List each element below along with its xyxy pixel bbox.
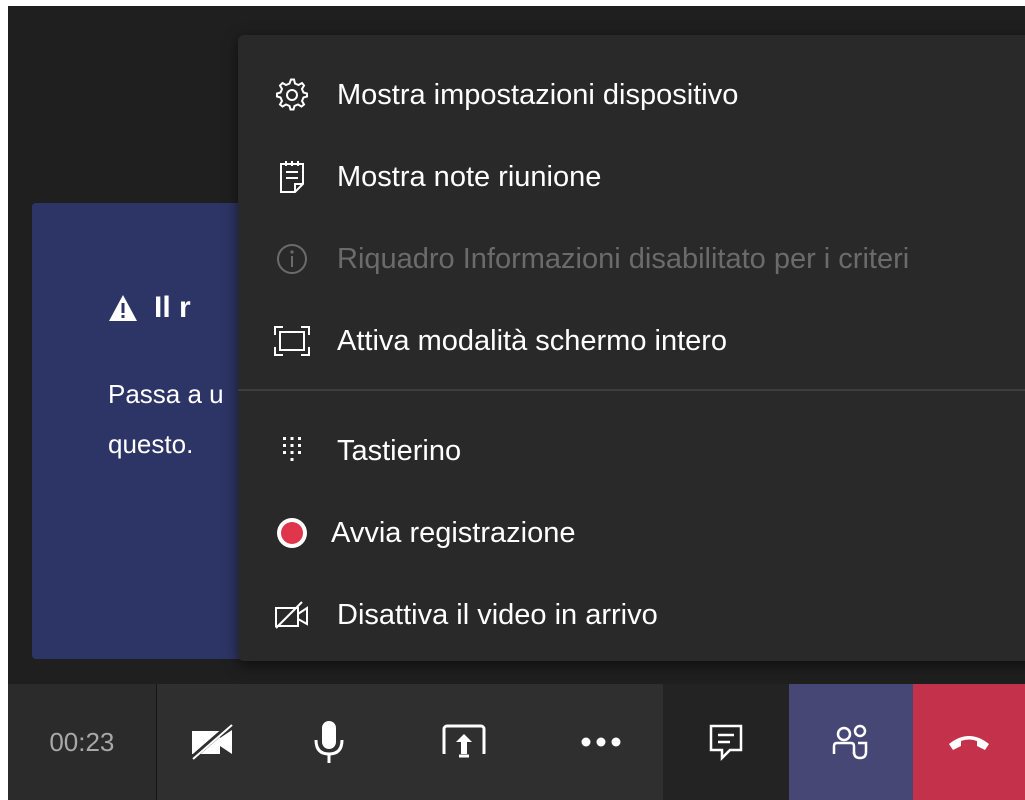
menu-item-label: Riquadro Informazioni disabilitato per i… [337, 242, 910, 275]
participants-button[interactable] [789, 684, 914, 800]
more-actions-button[interactable] [539, 684, 663, 800]
share-screen-icon [441, 724, 486, 762]
camera-toggle-button[interactable] [157, 684, 269, 800]
info-icon [273, 240, 311, 278]
record-icon [273, 514, 311, 552]
hang-up-button[interactable] [913, 684, 1025, 800]
menu-item-label: Mostra impostazioni dispositivo [337, 78, 739, 111]
camera-off-icon [189, 724, 233, 760]
call-timer: 00:23 [8, 684, 156, 800]
menu-item-label: Mostra note riunione [337, 160, 602, 193]
menu-item-label: Attiva modalità schermo intero [337, 324, 728, 357]
menu-item-device-settings[interactable]: Mostra impostazioni dispositivo [238, 59, 1025, 131]
menu-item-meeting-notes[interactable]: Mostra note riunione [238, 141, 1025, 213]
warning-icon [109, 295, 137, 321]
notification-card: Il r Passa a u questo. [32, 203, 272, 659]
menu-item-disable-incoming-video[interactable]: Disattiva il video in arrivo [238, 579, 1025, 651]
participants-icon [833, 724, 868, 760]
share-screen-button[interactable] [389, 684, 539, 800]
menu-item-label: Tastierino [337, 434, 462, 467]
more-icon [581, 737, 621, 747]
chat-button[interactable] [662, 684, 790, 800]
menu-item-info-pane-disabled: Riquadro Informazioni disabilitato per i… [238, 223, 1025, 295]
meeting-stage: Il r Passa a u questo. Mostra impostazio… [8, 6, 1025, 800]
gear-icon [273, 76, 311, 114]
menu-divider [238, 389, 1025, 391]
microphone-button[interactable] [269, 684, 389, 800]
menu-item-label: Avvia registrazione [331, 516, 576, 549]
menu-item-dialpad[interactable]: Tastierino [238, 415, 1025, 487]
hang-up-icon [949, 736, 990, 750]
microphone-icon [314, 721, 344, 763]
video-off-icon [273, 596, 311, 634]
more-options-menu: Mostra impostazioni dispositivo Mostra n… [238, 35, 1025, 661]
dialpad-icon [273, 432, 311, 470]
menu-item-label: Disattiva il video in arrivo [337, 598, 658, 631]
menu-item-fullscreen[interactable]: Attiva modalità schermo intero [238, 305, 1025, 377]
menu-item-start-recording[interactable]: Avvia registrazione [238, 497, 1025, 569]
chat-icon [709, 724, 743, 761]
notification-title-row: Il r [108, 291, 191, 325]
notes-icon [273, 158, 311, 196]
notification-title: Il r [154, 291, 191, 324]
fullscreen-icon [273, 322, 311, 360]
call-toolbar: 00:23 [8, 684, 1025, 800]
call-controls [156, 684, 663, 800]
